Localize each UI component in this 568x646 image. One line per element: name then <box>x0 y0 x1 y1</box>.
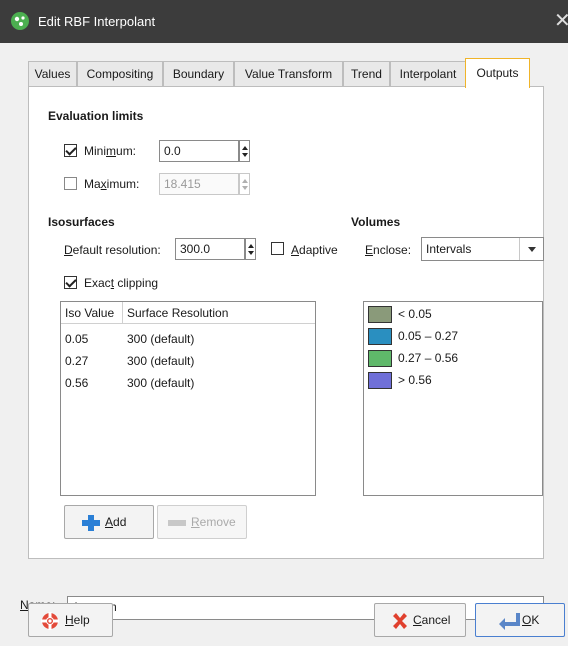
surface-resolution-cell: 300 (default) <box>127 354 195 368</box>
default-resolution-spinner[interactable] <box>245 238 256 260</box>
volumes-list[interactable]: < 0.05 0.05 – 0.27 0.27 – 0.56 > 0.56 <box>363 301 543 496</box>
color-swatch <box>368 372 392 389</box>
iso-value-table[interactable]: Iso Value Surface Resolution 0.05 300 (d… <box>60 301 316 496</box>
remove-button-label: Remove <box>191 515 236 529</box>
enclose-selected-value: Intervals <box>426 242 472 256</box>
color-swatch <box>368 350 392 367</box>
adaptive-label: Adaptive <box>291 243 338 257</box>
name-field[interactable]: Au_ppm <box>67 596 544 620</box>
help-button[interactable]: Help <box>28 603 113 637</box>
exact-clipping-checkbox[interactable] <box>64 276 77 289</box>
maximum-field[interactable]: 18.415 <box>159 173 239 195</box>
maximum-checkbox[interactable] <box>64 177 77 190</box>
minus-icon <box>168 520 186 526</box>
volume-label: < 0.05 <box>398 307 432 321</box>
remove-button[interactable]: Remove <box>157 505 247 539</box>
column-header-iso-value[interactable]: Iso Value <box>61 302 123 324</box>
surface-resolution-cell: 300 (default) <box>127 376 195 390</box>
surface-resolution-cell: 300 (default) <box>127 332 195 346</box>
tab-compositing[interactable]: Compositing <box>77 61 163 87</box>
minimum-field[interactable]: 0.0 <box>159 140 239 162</box>
ok-button[interactable]: OK <box>475 603 565 637</box>
tab-values[interactable]: Values <box>28 61 77 87</box>
table-row[interactable]: 0.27 300 (default) <box>61 350 315 372</box>
help-lifebuoy-icon <box>41 612 59 630</box>
ok-return-arrow-icon <box>499 613 520 630</box>
cancel-button[interactable]: Cancel <box>374 603 466 637</box>
column-header-surface-resolution[interactable]: Surface Resolution <box>123 302 316 324</box>
iso-value-cell: 0.27 <box>65 354 89 368</box>
add-button[interactable]: Add <box>64 505 154 539</box>
close-icon[interactable]: ✕ <box>554 8 568 34</box>
volume-label: 0.27 – 0.56 <box>398 351 459 365</box>
volume-label: 0.05 – 0.27 <box>398 329 459 343</box>
window-title: Edit RBF Interpolant <box>38 14 156 29</box>
tab-boundary[interactable]: Boundary <box>163 61 234 87</box>
evaluation-limits-heading: Evaluation limits <box>48 109 144 123</box>
default-resolution-field[interactable]: 300.0 <box>175 238 245 260</box>
adaptive-checkbox[interactable] <box>271 242 284 255</box>
add-button-label: Add <box>105 515 127 529</box>
maximum-spinner[interactable] <box>239 173 250 195</box>
plus-icon <box>82 515 100 531</box>
table-row[interactable]: 0.56 300 (default) <box>61 372 315 394</box>
table-header: Iso Value Surface Resolution <box>61 302 315 324</box>
volumes-heading: Volumes <box>351 215 401 229</box>
cancel-x-icon <box>393 613 407 629</box>
ok-button-label: OK <box>522 613 540 627</box>
dropdown-arrow-icon[interactable] <box>519 238 543 260</box>
table-row[interactable]: 0.05 300 (default) <box>61 328 315 350</box>
maximum-label: Maximum: <box>84 177 140 191</box>
minimum-checkbox[interactable] <box>64 144 77 157</box>
minimum-label: Minimum: <box>84 144 137 158</box>
default-resolution-label: Default resolution: <box>64 243 161 257</box>
enclose-select[interactable]: Intervals <box>421 237 544 261</box>
cancel-button-label: Cancel <box>413 613 451 627</box>
help-button-label: Help <box>65 613 90 627</box>
volume-label: > 0.56 <box>398 373 432 387</box>
title-bar: Edit RBF Interpolant ✕ <box>0 0 568 43</box>
isosurfaces-heading: Isosurfaces <box>48 215 115 229</box>
outputs-panel: Evaluation limits Minimum: 0.0 Maximum: … <box>28 86 544 559</box>
app-icon <box>11 12 29 30</box>
tab-outputs[interactable]: Outputs <box>465 58 530 88</box>
exact-clipping-label: Exact clipping <box>84 276 159 290</box>
enclose-label: Enclose: <box>365 243 412 257</box>
minimum-spinner[interactable] <box>239 140 250 162</box>
iso-value-cell: 0.56 <box>65 376 89 390</box>
tab-trend[interactable]: Trend <box>343 61 390 87</box>
tab-value-transform[interactable]: Value Transform <box>234 61 343 87</box>
tab-interpolant[interactable]: Interpolant <box>390 61 466 87</box>
color-swatch <box>368 306 392 323</box>
iso-value-cell: 0.05 <box>65 332 89 346</box>
color-swatch <box>368 328 392 345</box>
